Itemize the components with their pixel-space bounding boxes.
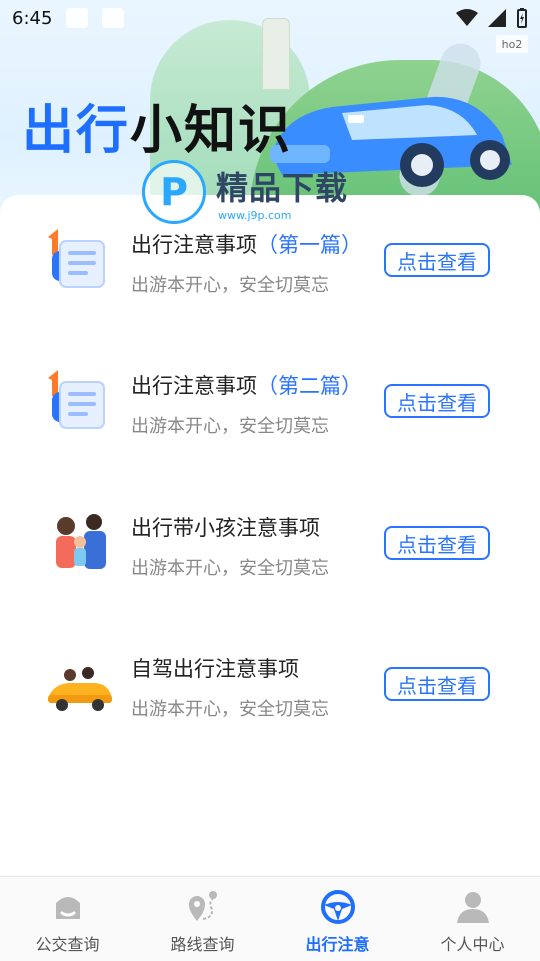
status-time: 6:45 xyxy=(12,7,53,29)
status-bar: 6:45 xyxy=(0,0,540,36)
document-icon xyxy=(48,229,105,288)
view-button[interactable]: 点击查看 xyxy=(384,667,490,701)
watermark-url: www.j9p.com xyxy=(218,208,292,222)
status-right xyxy=(456,8,528,28)
watermark-logo-icon: P xyxy=(142,160,206,224)
tab-profile[interactable]: 个人中心 xyxy=(405,877,540,961)
item-subtitle: 出游本开心，安全切莫忘 xyxy=(131,558,329,579)
notification-icon-2 xyxy=(102,8,125,28)
item-subtitle: 出游本开心，安全切莫忘 xyxy=(131,275,329,296)
item-title: 出行带小孩注意事项 xyxy=(131,516,320,540)
list-item[interactable]: 自驾出行注意事项 出游本开心，安全切莫忘 点击查看 xyxy=(0,631,540,751)
banner-sign: ho2 xyxy=(496,35,528,53)
tips-list: 出行注意事项（第一篇） 出游本开心，安全切莫忘 点击查看 出行注意事项（第二篇）… xyxy=(0,195,540,875)
item-title: 出行注意事项（第二篇） xyxy=(131,374,362,398)
bus-stop-icon xyxy=(55,897,80,919)
title-part1: 出行 xyxy=(22,101,131,161)
tab-label: 个人中心 xyxy=(440,935,505,954)
user-icon xyxy=(456,892,489,923)
page-title: 出行小知识 xyxy=(22,88,292,163)
tab-travel-tips[interactable]: 出行注意 xyxy=(270,877,405,961)
notification-icon xyxy=(66,8,89,28)
wifi-icon xyxy=(456,9,478,26)
watermark-text: 精品下载 www.j9p.com xyxy=(216,163,348,222)
view-button[interactable]: 点击查看 xyxy=(384,526,490,560)
item-subtitle: 出游本开心，安全切莫忘 xyxy=(131,416,329,437)
tab-label: 公交查询 xyxy=(35,935,100,954)
tab-bus-query[interactable]: 公交查询 xyxy=(0,877,135,961)
item-title: 出行注意事项（第一篇） xyxy=(131,233,362,257)
watermark: P 精品下载 www.j9p.com xyxy=(142,160,348,224)
view-button[interactable]: 点击查看 xyxy=(384,243,490,277)
title-part2: 小知识 xyxy=(130,101,293,161)
tab-label: 路线查询 xyxy=(170,935,235,954)
list-item[interactable]: 出行注意事项（第一篇） 出游本开心，安全切莫忘 点击查看 xyxy=(0,207,540,327)
tab-label: 出行注意 xyxy=(305,935,370,954)
watermark-title: 精品下载 xyxy=(216,168,349,207)
list-item[interactable]: 出行带小孩注意事项 出游本开心，安全切莫忘 点击查看 xyxy=(0,490,540,610)
list-item[interactable]: 出行注意事项（第二篇） 出游本开心，安全切莫忘 点击查看 xyxy=(0,348,540,468)
bottom-tab-bar: 公交查询 路线查询 出行注意 个人中心 xyxy=(0,876,540,961)
document-icon xyxy=(48,370,105,429)
view-button[interactable]: 点击查看 xyxy=(384,384,490,418)
item-title: 自驾出行注意事项 xyxy=(131,657,299,681)
steering-wheel-icon xyxy=(320,890,355,924)
family-icon xyxy=(56,514,106,569)
battery-icon xyxy=(517,8,527,28)
status-left: 6:45 xyxy=(12,7,125,29)
signal-icon xyxy=(488,9,506,27)
item-subtitle: 出游本开心，安全切莫忘 xyxy=(131,699,329,720)
route-pin-icon xyxy=(188,891,217,921)
tab-route-query[interactable]: 路线查询 xyxy=(135,877,270,961)
convertible-car-icon xyxy=(48,667,112,711)
